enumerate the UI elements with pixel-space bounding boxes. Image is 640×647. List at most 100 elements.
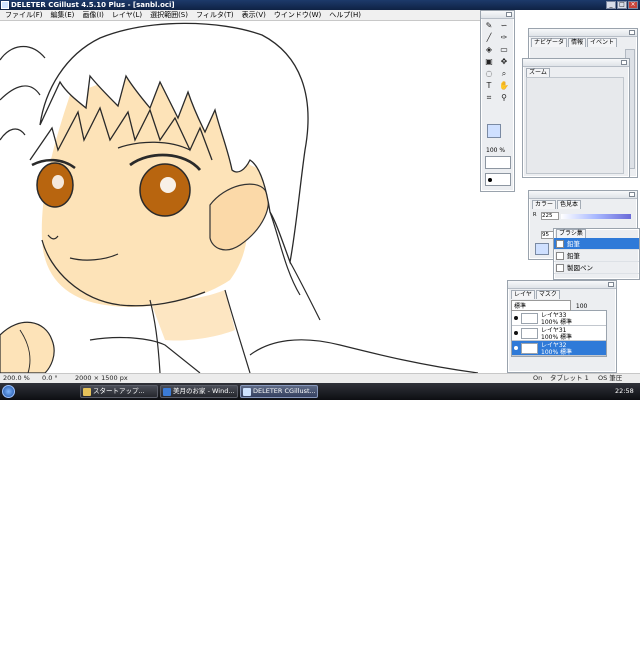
start-button-icon[interactable]	[2, 385, 15, 398]
move-icon[interactable]: ✥	[499, 57, 509, 67]
menu-filter[interactable]: フィルタ(T)	[193, 10, 237, 21]
layer-close-button[interactable]	[608, 282, 614, 287]
menu-layer[interactable]: レイヤ(L)	[109, 10, 145, 21]
foreground-color-swatch[interactable]	[487, 124, 501, 138]
zoom-close-button[interactable]	[621, 60, 627, 65]
airbrush-icon[interactable]: ✑	[499, 33, 509, 43]
menu-image[interactable]: 画像(I)	[79, 10, 107, 21]
app-icon[interactable]	[1, 1, 9, 9]
toolbox-panel: ✎ ∽ ╱ ✑ ◈ ▭ ▣ ✥ ◌ ⌕ T ✋ ⌗ ⚲ 100 %	[480, 10, 515, 192]
layer-row[interactable]: レイヤ31 100% 標準	[512, 326, 606, 341]
brush-item-pencil-2[interactable]: 鉛筆	[554, 250, 639, 262]
magnifier-icon[interactable]: ⌕	[499, 69, 509, 79]
drafting-pen-icon	[556, 264, 564, 272]
layer-tabs: レイヤ マスク	[508, 289, 616, 299]
tab-color[interactable]: カラー	[532, 200, 557, 209]
shirt-collar	[89, 336, 478, 373]
tab-zoom[interactable]: ズーム	[526, 68, 550, 77]
text-icon[interactable]: T	[484, 81, 494, 91]
visibility-eye-icon[interactable]	[514, 331, 518, 335]
folder-icon	[83, 388, 91, 396]
blend-mode-select[interactable]: 標準	[511, 300, 571, 311]
browser-icon	[163, 388, 171, 396]
hand-icon[interactable]: ✋	[499, 81, 509, 91]
title-bar: DELETER CGillust 4.5.10 Plus - [sanbl.oc…	[0, 0, 640, 10]
navigator-tabs: ナビゲータ 情報 イベント	[529, 37, 637, 47]
layer-row[interactable]: レイヤ33 100% 標準	[512, 311, 606, 326]
rect-select-icon[interactable]: ▣	[484, 57, 494, 67]
new-layer-icon[interactable]	[599, 641, 605, 647]
navigator-header[interactable]	[529, 29, 637, 37]
tab-mask[interactable]: マスク	[535, 290, 560, 299]
taskbar-clock: 22:58	[615, 387, 634, 395]
illustration-artwork	[0, 22, 478, 373]
layer-header[interactable]	[508, 281, 616, 289]
toolbox-header[interactable]	[481, 11, 514, 19]
tab-event[interactable]: イベント	[587, 38, 618, 47]
crop-icon[interactable]: ⌗	[484, 93, 494, 103]
status-canvas-size: 2000 × 1500 px	[75, 374, 128, 382]
toolbox-zoom-readout: 100 %	[486, 147, 506, 154]
brush-icon[interactable]: ╱	[484, 33, 494, 43]
brush-header[interactable]: ブラシ集	[554, 229, 639, 238]
brush-item-pencil[interactable]: 鉛筆	[554, 238, 639, 250]
taskbar-button-startup[interactable]: スタートアップ...	[80, 385, 158, 398]
menu-help[interactable]: ヘルプ(H)	[326, 10, 364, 21]
visibility-eye-icon[interactable]	[514, 316, 518, 320]
layer-thumbnail	[521, 343, 538, 354]
menu-file[interactable]: ファイル(F)	[2, 10, 46, 21]
opacity-value[interactable]: 100	[576, 303, 594, 310]
menu-window[interactable]: ウインドウ(W)	[271, 10, 324, 21]
status-bar: 200.0 % 0.0 ° 2000 × 1500 px On タブレット 1 …	[0, 373, 640, 383]
color-tabs: カラー 色見本	[529, 199, 637, 209]
visibility-eye-icon[interactable]	[514, 346, 518, 350]
menu-edit[interactable]: 編集(E)	[48, 10, 78, 21]
minimize-button[interactable]: _	[606, 1, 616, 9]
quick-launch-icons[interactable]	[20, 386, 75, 397]
left-eye-highlight	[52, 175, 64, 189]
color-header[interactable]	[529, 191, 637, 199]
lasso-select-icon[interactable]: ◌	[484, 69, 494, 79]
drawing-canvas[interactable]	[0, 21, 478, 373]
brush-item-drafting-pen[interactable]: 製図ペン	[554, 262, 639, 274]
taskbar-button-browser[interactable]: 美月のお家 - Wind...	[160, 385, 238, 398]
status-tablet: タブレット 1	[550, 374, 589, 382]
menu-view[interactable]: 表示(V)	[239, 10, 269, 21]
close-button[interactable]: ×	[628, 1, 638, 9]
taskbar-button-deleter[interactable]: DELETER CGillust...	[240, 385, 318, 398]
tab-swatches[interactable]: 色見本	[557, 200, 582, 209]
navigator-close-button[interactable]	[629, 30, 635, 35]
tab-brush-set[interactable]: ブラシ集	[556, 229, 586, 238]
taskbar: スタートアップ... 美月のお家 - Wind... DELETER CGill…	[0, 383, 640, 400]
tab-info[interactable]: 情報	[568, 38, 587, 47]
tab-navigator[interactable]: ナビゲータ	[531, 38, 568, 47]
color-r-value[interactable]: 225	[541, 212, 559, 220]
tab-layer[interactable]: レイヤ	[511, 290, 535, 299]
pencil-icon	[556, 252, 564, 260]
lasso-icon[interactable]: ∽	[499, 21, 509, 31]
eyedropper-icon[interactable]: ⚲	[499, 93, 509, 103]
color-preview-swatch[interactable]	[535, 243, 549, 255]
color-r-slider[interactable]	[561, 214, 631, 219]
bucket-icon[interactable]: ◈	[484, 45, 494, 55]
layer-list: レイヤ33 100% 標準 レイヤ31 100% 標準 レイヤ32 100% 標…	[511, 310, 607, 357]
status-angle: 0.0 °	[42, 374, 58, 382]
zoom-panel: ズーム	[522, 58, 630, 178]
zoom-header[interactable]	[523, 59, 629, 67]
brush-size-box[interactable]	[485, 156, 511, 169]
pen-icon[interactable]: ✎	[484, 21, 494, 31]
color-close-button[interactable]	[629, 192, 635, 197]
zoom-preview[interactable]	[526, 77, 624, 174]
brush-density-box[interactable]	[485, 173, 511, 186]
toolbox-close-button[interactable]	[506, 12, 512, 17]
layer-thumbnail	[521, 313, 538, 324]
eraser-icon[interactable]: ▭	[499, 45, 509, 55]
layer-options-row: 標準 100	[508, 299, 616, 311]
deleter-app-icon	[243, 388, 251, 396]
menu-selection[interactable]: 選択範囲(S)	[147, 10, 191, 21]
layer-row[interactable]: レイヤ32 100% 標準	[512, 341, 606, 356]
menu-bar: ファイル(F) 編集(E) 画像(I) レイヤ(L) 選択範囲(S) フィルタ(T) 表示(…	[0, 10, 480, 21]
maximize-button[interactable]: □	[617, 1, 627, 9]
system-tray-icons[interactable]	[540, 385, 612, 398]
status-pen: On	[533, 374, 543, 382]
